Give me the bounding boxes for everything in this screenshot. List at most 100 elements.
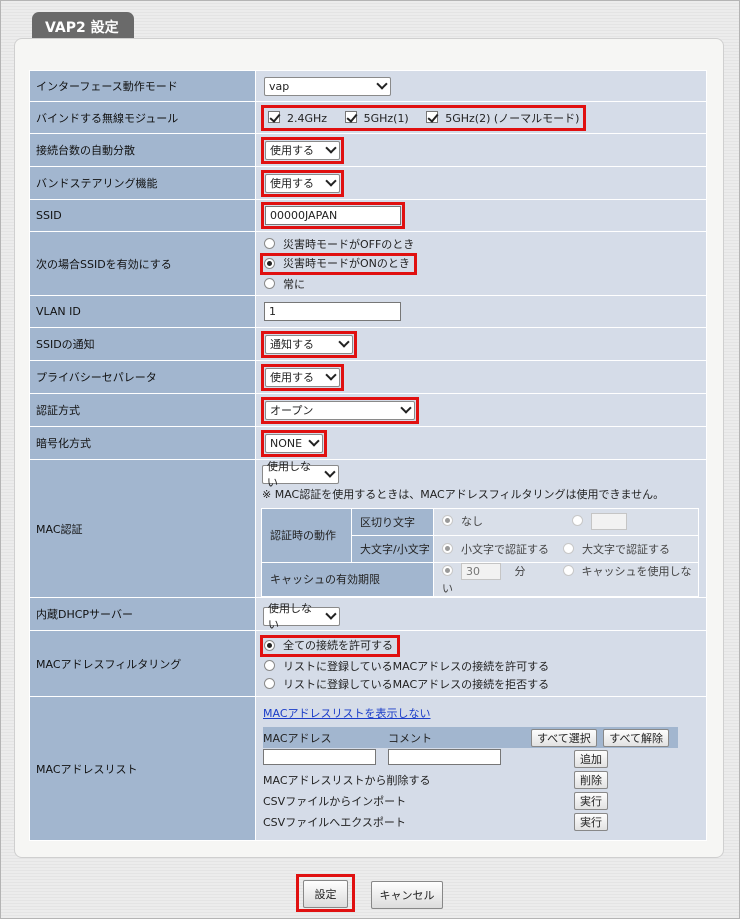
radio-selected-icon xyxy=(264,639,275,651)
checkbox-5ghz-2[interactable] xyxy=(426,110,439,123)
col-comment: コメント xyxy=(388,727,522,748)
cache-enabled-radio[interactable] xyxy=(442,564,453,576)
auto-distribute-highlight: 使用する xyxy=(261,136,344,164)
delete-label: MACアドレスリストから削除する xyxy=(263,773,431,787)
chevron-down-icon xyxy=(338,336,350,348)
row-vlan: VLAN ID 1 xyxy=(29,295,707,328)
privacy-separator-value: 使用する xyxy=(270,371,314,384)
cancel-button[interactable]: キャンセル xyxy=(371,881,443,909)
auth-highlight: オープン xyxy=(261,396,419,424)
case-upper-label: 大文字で認証する xyxy=(582,542,670,556)
delimiter-none-label: なし xyxy=(461,514,483,528)
encryption-select[interactable]: NONE xyxy=(265,433,323,453)
row-interface-mode: インターフェース動作モード vap xyxy=(29,70,707,102)
delimiter-none-radio[interactable] xyxy=(442,514,453,526)
auth-label: 認証方式 xyxy=(29,393,256,427)
ssid-notify-select[interactable]: 通知する xyxy=(265,334,353,354)
checkbox-2-4ghz[interactable] xyxy=(268,110,280,123)
select-all-button[interactable]: すべて選択 xyxy=(530,728,597,747)
settings-table: インターフェース動作モード vap バインドする無線モジュール 2.4GHz 5… xyxy=(29,70,707,841)
ssid-enable-option-off[interactable]: 災害時モードがOFFのとき xyxy=(260,235,706,253)
dhcp-value: 使用しない xyxy=(268,602,312,632)
delimiter-custom-radio[interactable] xyxy=(572,514,583,526)
import-button[interactable]: 実行 xyxy=(574,791,608,810)
mac-auth-settings: 認証時の動作 区切り文字 なし 大文字/小文字 小文字で認証する 大文字で認証す… xyxy=(261,507,699,598)
delimiter-label: 区切り文字 xyxy=(351,507,434,536)
encryption-value: NONE xyxy=(270,436,303,450)
privacy-separator-highlight: 使用する xyxy=(261,363,344,391)
ssid-enable-option-always[interactable]: 常に xyxy=(260,275,706,293)
cache-label: キャッシュの有効期限 xyxy=(261,561,434,597)
submit-button[interactable]: 設定 xyxy=(303,880,348,908)
ssid-notify-label: SSIDの通知 xyxy=(29,327,256,361)
row-mac-list: MACアドレスリスト MACアドレスリストを表示しない MACアドレス コメント… xyxy=(29,696,707,841)
import-label: CSVファイルからインポート xyxy=(263,794,407,808)
mac-filter-highlight: 全ての接続を許可する xyxy=(260,634,400,657)
band-steering-highlight: 使用する xyxy=(261,169,344,197)
dhcp-select[interactable]: 使用しない xyxy=(263,602,340,631)
ssid-input[interactable]: 00000JAPAN xyxy=(265,206,401,225)
case-upper-radio[interactable] xyxy=(563,542,574,554)
mac-filter-allow-all-label: 全ての接続を許可する xyxy=(283,639,393,652)
radio-icon xyxy=(264,238,275,249)
deselect-all-button[interactable]: すべて解除 xyxy=(603,728,670,747)
mac-list-table: MACアドレス コメント すべて選択 すべて解除 追加 MACアドレスリストから… xyxy=(263,727,678,832)
submit-highlight: 設定 xyxy=(296,874,355,912)
ssid-enable-option-on-label: 災害時モードがONのとき xyxy=(283,257,410,270)
band-steering-label: バンドステアリング機能 xyxy=(29,166,256,200)
encryption-label: 暗号化方式 xyxy=(29,426,256,460)
wireless-module-label: バインドする無線モジュール xyxy=(29,101,256,134)
mac-filter-allow-all[interactable]: 全ての接続を許可する xyxy=(264,638,393,653)
cache-disable-radio[interactable] xyxy=(562,564,574,576)
hide-mac-list-link[interactable]: MACアドレスリストを表示しない xyxy=(263,707,431,720)
radio-selected-icon xyxy=(264,257,275,269)
chevron-down-icon xyxy=(325,175,337,187)
auth-value: オープン xyxy=(270,404,314,417)
add-button[interactable]: 追加 xyxy=(574,749,608,768)
band-steering-select[interactable]: 使用する xyxy=(265,173,340,193)
ssid-notify-highlight: 通知する xyxy=(261,330,357,358)
mac-filter-deny-list[interactable]: リストに登録しているMACアドレスの接続を拒否する xyxy=(260,675,706,693)
ssid-highlight: 00000JAPAN xyxy=(261,202,405,229)
interface-mode-value: vap xyxy=(269,79,290,93)
checkbox-5ghz-1[interactable] xyxy=(344,110,357,123)
case-label: 大文字/小文字 xyxy=(351,534,434,563)
col-mac-address: MACアドレス xyxy=(263,727,388,748)
auto-distribute-select[interactable]: 使用する xyxy=(265,140,340,160)
row-encryption: 暗号化方式 NONE xyxy=(29,426,707,460)
privacy-separator-label: プライバシーセパレータ xyxy=(29,360,256,394)
row-mac-filter: MACアドレスフィルタリング 全ての接続を許可する リストに登録しているMACア… xyxy=(29,630,707,697)
row-mac-auth: MAC認証 使用しない ※ MAC認証を使用するときは、MACアドレスフィルタリ… xyxy=(29,459,707,598)
mac-filter-allow-list[interactable]: リストに登録しているMACアドレスの接続を許可する xyxy=(260,657,706,675)
wireless-module-highlight: 2.4GHz 5GHz(1) 5GHz(2) (ノーマルモード) xyxy=(261,104,587,131)
row-band-steering: バンドステアリング機能 使用する xyxy=(29,166,707,200)
interface-mode-label: インターフェース動作モード xyxy=(29,70,256,102)
vlan-input[interactable]: 1 xyxy=(264,302,401,321)
export-button[interactable]: 実行 xyxy=(574,812,608,831)
ssid-enable-option-always-label: 常に xyxy=(283,277,305,291)
cache-unit: 分 xyxy=(514,564,526,578)
privacy-separator-select[interactable]: 使用する xyxy=(265,367,340,387)
delete-button[interactable]: 削除 xyxy=(574,770,608,789)
checkbox-5ghz-2-label: 5GHz(2) (ノーマルモード) xyxy=(445,111,580,125)
ssid-enable-option-on[interactable]: 災害時モードがONのとき xyxy=(264,256,410,271)
chevron-down-icon xyxy=(324,466,336,478)
row-dhcp: 内蔵DHCPサーバー 使用しない xyxy=(29,597,707,631)
export-label: CSVファイルへエクスポート xyxy=(263,815,406,829)
checkbox-2-4ghz-label: 2.4GHz xyxy=(287,111,328,125)
cache-value-input[interactable]: 30 xyxy=(461,563,501,580)
radio-icon xyxy=(264,660,275,671)
delimiter-custom-input[interactable] xyxy=(591,513,627,531)
auth-select[interactable]: オープン xyxy=(265,400,415,420)
encryption-highlight: NONE xyxy=(261,429,327,457)
interface-mode-select[interactable]: vap xyxy=(264,76,391,96)
mac-auth-note: ※ MAC認証を使用するときは、MACアドレスフィルタリングは使用できません。 xyxy=(262,487,665,501)
mac-auth-select[interactable]: 使用しない xyxy=(262,460,339,489)
case-lower-radio[interactable] xyxy=(442,542,453,554)
row-ssid: SSID 00000JAPAN xyxy=(29,199,707,232)
new-mac-address-input[interactable] xyxy=(263,749,376,765)
new-comment-input[interactable] xyxy=(388,749,501,765)
radio-icon xyxy=(264,678,275,689)
auto-distribute-value: 使用する xyxy=(270,144,314,157)
ssid-label: SSID xyxy=(29,199,256,232)
